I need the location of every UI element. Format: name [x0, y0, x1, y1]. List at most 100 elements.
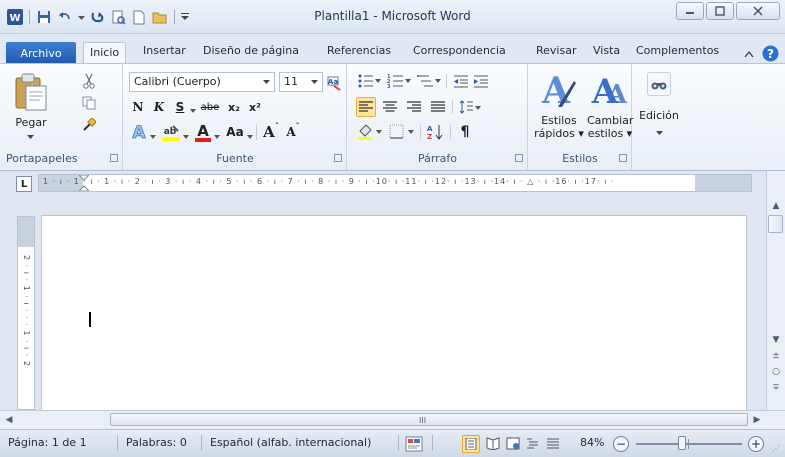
bullets-icon[interactable] [356, 72, 382, 90]
font-color-dropdown-icon[interactable] [214, 130, 220, 143]
horizontal-scroll-thumb[interactable]: III [110, 413, 748, 426]
change-case-dropdown-icon[interactable] [247, 130, 253, 143]
text-effects-icon[interactable]: A [129, 122, 149, 142]
next-page-icon[interactable]: ∓ [769, 381, 783, 395]
vertical-ruler[interactable]: 2 · ı · 1 · ı · · · 1 · ı · 2 [17, 216, 35, 410]
underline-button[interactable]: S [172, 98, 188, 116]
cut-icon[interactable] [80, 72, 98, 90]
horizontal-ruler[interactable]: 1 · ı · 1 · ı · 1 · ı · 2 · ı · 3 · ı · … [38, 174, 752, 192]
change-styles-icon[interactable]: AA [591, 70, 627, 110]
font-size-dropdown[interactable]: 11 [279, 72, 323, 92]
tab-selector[interactable]: L [16, 176, 32, 192]
copy-icon[interactable] [80, 94, 98, 112]
scroll-down-icon[interactable]: ▼ [769, 333, 783, 347]
editing-dropdown-icon[interactable] [656, 126, 663, 139]
paste-button[interactable] [10, 70, 52, 114]
clear-formatting-icon[interactable]: Aa [325, 74, 343, 92]
text-effects-dropdown-icon[interactable] [150, 130, 156, 143]
strikethrough-button[interactable]: abe [198, 98, 222, 116]
align-right-icon[interactable] [404, 97, 424, 117]
shrink-font-button[interactable]: Aˇ [284, 121, 302, 142]
line-spacing-icon[interactable] [458, 97, 482, 117]
scroll-left-icon[interactable]: ◀ [2, 413, 16, 427]
paste-label[interactable]: Pegar [8, 116, 54, 129]
decrease-indent-icon[interactable] [452, 72, 470, 90]
select-browse-object-icon[interactable]: ○ [769, 365, 783, 379]
clipboard-launcher-icon[interactable] [110, 154, 118, 162]
resize-grip-icon[interactable]: ⋰ [772, 444, 780, 453]
styles-launcher-icon[interactable] [619, 154, 627, 162]
editing-button[interactable]: Edición [633, 109, 685, 122]
justify-icon[interactable] [428, 97, 448, 117]
document-page[interactable] [41, 215, 747, 410]
change-case-button[interactable]: Aa [224, 122, 246, 142]
close-icon [753, 6, 763, 16]
help-icon[interactable]: ? [762, 45, 779, 62]
tab-insertar[interactable]: Insertar [143, 44, 186, 57]
align-left-button[interactable] [356, 97, 376, 117]
previous-page-icon[interactable]: ± [769, 349, 783, 363]
tab-inicio[interactable]: Inicio [83, 42, 127, 64]
tab-revisar[interactable]: Revisar [536, 44, 576, 57]
scroll-up-icon[interactable]: ▲ [769, 199, 783, 213]
paragraph-launcher-icon[interactable] [515, 154, 523, 162]
paragraph-group: 123 A Z ¶ Párrafo [348, 64, 528, 170]
first-line-indent-marker[interactable] [77, 174, 91, 194]
zoom-level[interactable]: 84% [580, 436, 604, 449]
status-words[interactable]: Palabras: 0 [126, 436, 187, 449]
restore-button[interactable] [706, 2, 734, 20]
italic-button[interactable]: K [151, 98, 167, 116]
quick-styles-button[interactable]: Estilos rápidos ▾ [531, 114, 587, 140]
shading-icon[interactable] [356, 122, 384, 142]
format-painter-icon[interactable] [80, 116, 98, 134]
full-screen-reading-icon[interactable] [486, 437, 500, 453]
numbering-icon[interactable]: 123 [386, 72, 412, 90]
zoom-in-button[interactable]: + [748, 436, 764, 452]
macro-record-icon[interactable] [405, 436, 423, 452]
show-formatting-icon[interactable]: ¶ [456, 122, 474, 142]
minimize-ribbon-icon[interactable] [744, 50, 754, 58]
outline-view-icon[interactable] [526, 437, 540, 453]
close-button[interactable] [736, 2, 780, 20]
font-color-icon[interactable]: A [193, 122, 213, 142]
zoom-out-button[interactable]: − [613, 436, 629, 452]
highlight-dropdown-icon[interactable] [183, 130, 189, 143]
increase-indent-icon[interactable] [472, 72, 490, 90]
vertical-scrollbar[interactable]: ▲ ▼ ± ○ ∓ [766, 171, 785, 410]
web-layout-icon[interactable] [506, 437, 520, 453]
status-language[interactable]: Español (alfab. internacional) [210, 436, 371, 449]
highlight-color-icon[interactable]: ab [160, 122, 182, 142]
tab-correspondencia[interactable]: Correspondencia [413, 44, 506, 57]
paste-dropdown-icon[interactable] [27, 130, 34, 143]
tab-complementos[interactable]: Complementos [636, 44, 719, 57]
tab-vista[interactable]: Vista [593, 44, 620, 57]
vertical-scroll-thumb[interactable] [768, 215, 783, 233]
draft-view-icon[interactable] [546, 437, 560, 453]
zoom-slider-thumb[interactable] [678, 436, 686, 450]
superscript-button[interactable]: x² [246, 98, 264, 116]
quick-styles-icon[interactable]: A [539, 70, 579, 110]
grow-font-button[interactable]: Aˆ [262, 121, 280, 142]
align-center-icon[interactable] [380, 97, 400, 117]
tab-diseno-pagina[interactable]: Diseño de página [203, 44, 299, 57]
subscript-button[interactable]: x₂ [225, 98, 243, 116]
find-icon[interactable] [647, 72, 671, 96]
scroll-right-icon[interactable]: ▶ [750, 413, 764, 427]
change-styles-label-2: estilos ▾ [587, 127, 633, 140]
font-launcher-icon[interactable] [334, 154, 342, 162]
sort-icon[interactable]: AZ [426, 122, 446, 142]
tab-referencias[interactable]: Referencias [327, 44, 391, 57]
ruler-numbers: 1 · ı · 1 · ı · 1 · ı · 2 · ı · 3 · ı · … [43, 177, 615, 186]
minimize-button[interactable] [676, 2, 704, 20]
horizontal-scrollbar[interactable]: ◀ III ▶ [0, 410, 785, 429]
font-name-dropdown[interactable]: Calibri (Cuerpo) [129, 72, 275, 92]
borders-icon[interactable] [388, 122, 416, 142]
change-styles-button[interactable]: Cambiar estilos ▾ [587, 114, 633, 140]
multilevel-list-icon[interactable] [416, 72, 442, 90]
tab-file[interactable]: Archivo [6, 42, 76, 64]
bold-button[interactable]: N [130, 98, 146, 116]
print-layout-view-button[interactable] [462, 435, 480, 453]
zoom-slider-track[interactable] [636, 443, 742, 445]
status-page[interactable]: Página: 1 de 1 [8, 436, 87, 449]
underline-dropdown-icon[interactable] [190, 104, 196, 117]
